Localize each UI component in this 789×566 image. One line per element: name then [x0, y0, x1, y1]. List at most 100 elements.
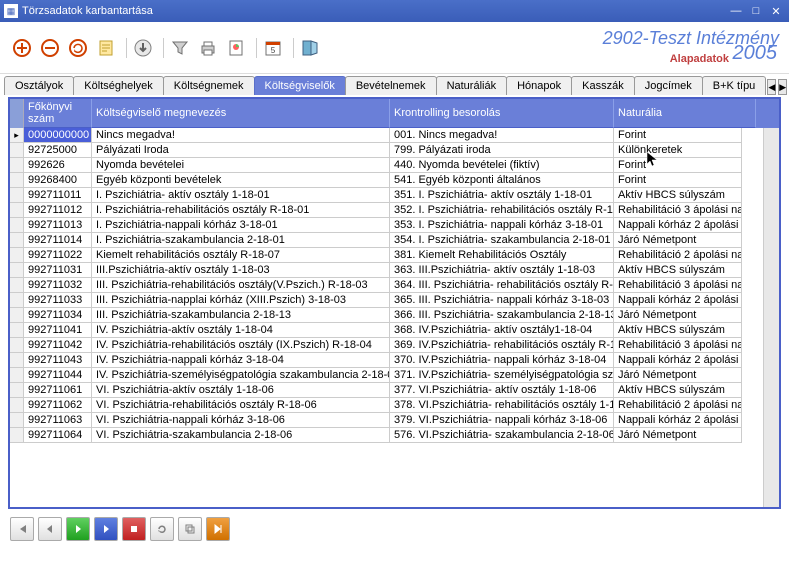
vertical-scrollbar[interactable]	[763, 128, 779, 507]
cell: 440. Nyomda bevételei (fiktív)	[390, 158, 614, 173]
cell: I. Pszichiátria-nappali kórház 3-18-01	[92, 218, 390, 233]
cell: Járó Németpont	[614, 308, 742, 323]
col-header-krontrolling[interactable]: Krontrolling besorolás	[390, 99, 614, 128]
cell: Járó Németpont	[614, 428, 742, 443]
cell: Egyéb központi bevételek	[92, 173, 390, 188]
nav-next-button[interactable]	[94, 517, 118, 541]
remove-button[interactable]	[38, 36, 62, 60]
cell: 364. III. Pszichiátria- rehabilitációs o…	[390, 278, 614, 293]
cell: 992711014	[24, 233, 92, 248]
cell: Nincs megadva!	[92, 128, 390, 143]
cell: 353. I. Pszichiátria- nappali kórház 3-1…	[390, 218, 614, 233]
table-row[interactable]: 992711033III. Pszichiátria-napplai kórhá…	[10, 293, 763, 308]
exit-button[interactable]	[298, 36, 322, 60]
cell: VI. Pszichiátria-rehabilitációs osztály …	[92, 398, 390, 413]
cell: Rehabilitáció 3 ápolási na	[614, 278, 742, 293]
refresh-button[interactable]	[66, 36, 90, 60]
table-row[interactable]: 992711032III. Pszichiátria-rehabilitáció…	[10, 278, 763, 293]
table-row[interactable]: 992711062VI. Pszichiátria-rehabilitációs…	[10, 398, 763, 413]
grid-body[interactable]: ▸0000000000Nincs megadva!001. Nincs mega…	[10, 128, 763, 507]
cell: 992711041	[24, 323, 92, 338]
nav-stop-button[interactable]	[122, 517, 146, 541]
table-row[interactable]: 992711012I. Pszichiátria-rehabilitációs …	[10, 203, 763, 218]
table-row[interactable]: 992711063VI. Pszichiátria-nappali kórház…	[10, 413, 763, 428]
titlebar: ▦ Törzsadatok karbantartása — □ ✕	[0, 0, 789, 22]
notes-button[interactable]	[94, 36, 118, 60]
tab-jogcímek[interactable]: Jogcímek	[634, 76, 703, 95]
nav-prev-button[interactable]	[38, 517, 62, 541]
nav-play-button[interactable]	[66, 517, 90, 541]
cell: 992711032	[24, 278, 92, 293]
table-row[interactable]: 992711013I. Pszichiátria-nappali kórház …	[10, 218, 763, 233]
table-row[interactable]: 992626Nyomda bevételei440. Nyomda bevéte…	[10, 158, 763, 173]
cell: 352. I. Pszichiátria- rehabilitációs osz…	[390, 203, 614, 218]
cell: IV. Pszichiátria-rehabilitációs osztály …	[92, 338, 390, 353]
nav-first-button[interactable]	[10, 517, 34, 541]
tab-naturáliák[interactable]: Naturáliák	[436, 76, 508, 95]
table-row[interactable]: 992711044IV. Pszichiátria-személyiségpat…	[10, 368, 763, 383]
nav-copy-button[interactable]	[178, 517, 202, 541]
row-indicator: ▸	[10, 128, 24, 143]
cell: Rehabilitáció 2 ápolási na	[614, 398, 742, 413]
tab-scroll-right[interactable]: ▶	[778, 79, 787, 95]
tab-költségnemek[interactable]: Költségnemek	[163, 76, 255, 95]
report-button[interactable]	[224, 36, 248, 60]
tab-osztályok[interactable]: Osztályok	[4, 76, 74, 95]
table-row[interactable]: 992711064VI. Pszichiátria-szakambulancia…	[10, 428, 763, 443]
cell: Nappali kórház 2 ápolási n	[614, 413, 742, 428]
tab-b+k típu[interactable]: B+K típu	[702, 76, 767, 95]
tab-kasszák[interactable]: Kasszák	[571, 76, 635, 95]
table-row[interactable]: 992711041IV. Pszichiátria-aktív osztály …	[10, 323, 763, 338]
svg-text:5: 5	[271, 46, 276, 55]
cell: VI. Pszichiátria-aktív osztály 1-18-06	[92, 383, 390, 398]
row-indicator	[10, 188, 24, 203]
cell: 992626	[24, 158, 92, 173]
cell: 0000000000	[24, 128, 92, 143]
cell: 379. VI.Pszichiátria- nappali kórház 3-1…	[390, 413, 614, 428]
grid-header: Főkönyvi szám Költségviselő megnevezés K…	[10, 99, 779, 128]
nav-last-button[interactable]	[206, 517, 230, 541]
table-row[interactable]: 992711014I. Pszichiátria-szakambulancia …	[10, 233, 763, 248]
tab-scroll-left[interactable]: ◀	[767, 79, 776, 95]
filter-button[interactable]	[168, 36, 192, 60]
row-indicator	[10, 203, 24, 218]
print-button[interactable]	[196, 36, 220, 60]
maximize-button[interactable]: □	[747, 3, 765, 19]
cell: 992711044	[24, 368, 92, 383]
col-header-fkszam[interactable]: Főkönyvi szám	[24, 99, 92, 128]
row-indicator	[10, 398, 24, 413]
minimize-button[interactable]: —	[727, 3, 745, 19]
row-indicator	[10, 338, 24, 353]
table-row[interactable]: 992711022Kiemelt rehabilitációs osztály …	[10, 248, 763, 263]
tab-költségviselők[interactable]: Költségviselők	[254, 76, 346, 95]
calendar-button[interactable]: 5	[261, 36, 285, 60]
cell: III. Pszichiátria-rehabilitációs osztály…	[92, 278, 390, 293]
cell: 576. VI.Pszichiátria- szakambulancia 2-1…	[390, 428, 614, 443]
download-button[interactable]	[131, 36, 155, 60]
nav-refresh-button[interactable]	[150, 517, 174, 541]
tab-bevételnemek[interactable]: Bevételnemek	[345, 76, 437, 95]
table-row[interactable]: 992711042IV. Pszichiátria-rehabilitációs…	[10, 338, 763, 353]
cell: 992711022	[24, 248, 92, 263]
table-row[interactable]: 992711031III.Pszichiátria-aktív osztály …	[10, 263, 763, 278]
row-indicator	[10, 173, 24, 188]
toolbar: 5 2902-Teszt Intézmény Alapadatok 2005	[0, 22, 789, 74]
close-button[interactable]: ✕	[767, 3, 785, 19]
cell: Járó Németpont	[614, 368, 742, 383]
tab-hónapok[interactable]: Hónapok	[506, 76, 572, 95]
cell: 992711064	[24, 428, 92, 443]
table-row[interactable]: 992711043IV. Pszichiátria-nappali kórház…	[10, 353, 763, 368]
table-row[interactable]: 992711011I. Pszichiátria- aktív osztály …	[10, 188, 763, 203]
cell: 369. IV.Pszichiátria- rehabilitációs osz…	[390, 338, 614, 353]
table-row[interactable]: 992711034III. Pszichiátria-szakambulanci…	[10, 308, 763, 323]
row-indicator	[10, 323, 24, 338]
col-header-naturalia[interactable]: Naturália	[614, 99, 756, 128]
cell: IV. Pszichiátria-aktív osztály 1-18-04	[92, 323, 390, 338]
add-button[interactable]	[10, 36, 34, 60]
tab-költséghelyek[interactable]: Költséghelyek	[73, 76, 164, 95]
col-header-megnevezes[interactable]: Költségviselő megnevezés	[92, 99, 390, 128]
table-row[interactable]: 992711061VI. Pszichiátria-aktív osztály …	[10, 383, 763, 398]
table-row[interactable]: 92725000Pályázati Iroda799. Pályázati ir…	[10, 143, 763, 158]
table-row[interactable]: 99268400Egyéb központi bevételek541. Egy…	[10, 173, 763, 188]
table-row[interactable]: ▸0000000000Nincs megadva!001. Nincs mega…	[10, 128, 763, 143]
